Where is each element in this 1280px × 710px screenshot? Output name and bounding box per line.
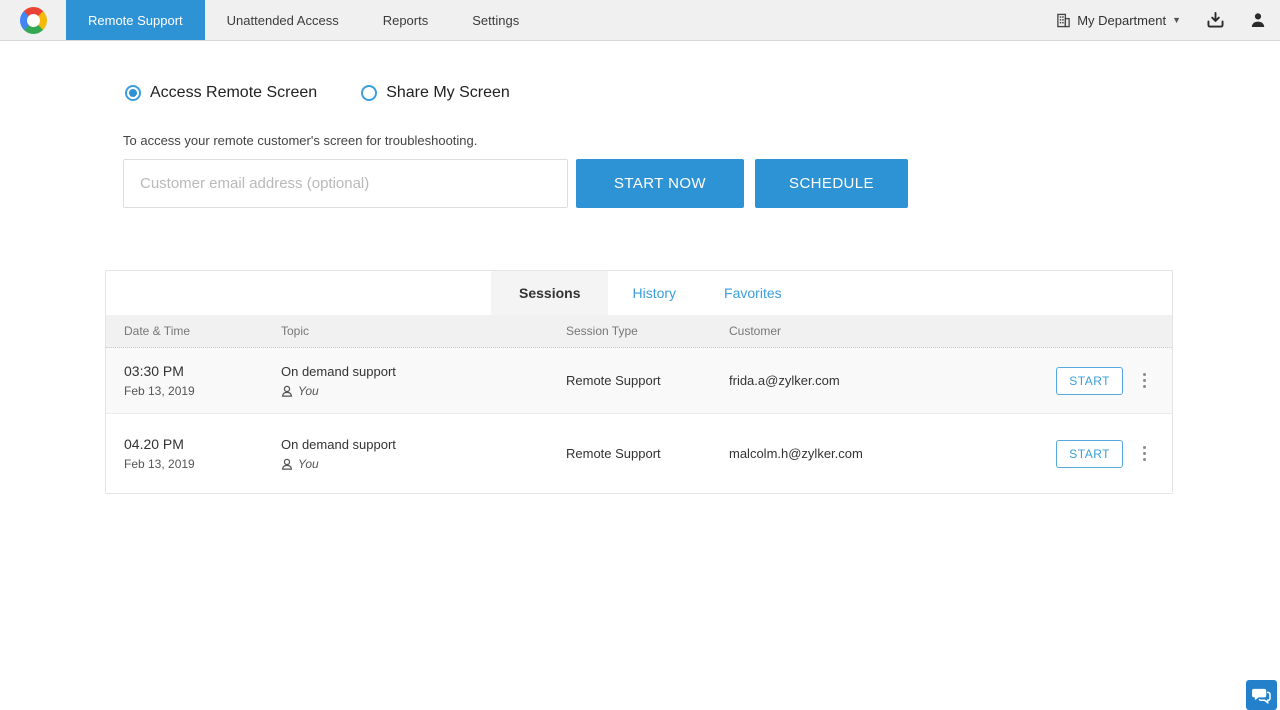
building-icon [1056,13,1071,28]
start-session-button[interactable]: START [1056,440,1123,468]
technician-name: You [298,384,319,398]
session-topic: On demand support [281,437,566,452]
top-navigation-bar: Remote Support Unattended Access Reports… [0,0,1280,41]
radio-share-my-screen[interactable]: Share My Screen [361,84,510,102]
technician-icon [281,385,293,397]
radio-unselected-icon [361,85,377,101]
sessions-tab-bar: Sessions History Favorites [106,271,1172,315]
customer-email: frida.a@zylker.com [729,373,999,388]
radio-label: Share My Screen [386,84,510,102]
download-button[interactable] [1207,12,1224,28]
column-header-date-time: Date & Time [124,324,281,338]
department-label: My Department [1077,13,1166,28]
nav-item-settings[interactable]: Settings [450,0,541,40]
session-type: Remote Support [566,446,729,461]
start-session-button[interactable]: START [1056,367,1123,395]
customer-email: malcolm.h@zylker.com [729,446,999,461]
customer-email-input[interactable] [123,159,568,208]
tab-favorites[interactable]: Favorites [700,271,806,315]
radio-label: Access Remote Screen [150,84,317,102]
department-selector[interactable]: My Department ▼ [1056,13,1181,28]
session-topic: On demand support [281,364,566,379]
radio-access-remote-screen[interactable]: Access Remote Screen [125,84,317,102]
primary-nav: Remote Support Unattended Access Reports… [66,0,541,40]
session-time: 04.20 PM [124,436,281,452]
app-logo[interactable] [0,0,66,40]
sessions-table-header: Date & Time Topic Session Type Customer [106,315,1172,348]
user-account-button[interactable] [1250,12,1266,28]
chevron-down-icon: ▼ [1172,15,1181,25]
radio-selected-icon [125,85,141,101]
session-mode-radio-group: Access Remote Screen Share My Screen [125,84,554,102]
start-now-button[interactable]: START NOW [576,159,744,208]
person-icon [1250,12,1266,28]
table-row: 03:30 PM Feb 13, 2019 On demand support … [106,348,1172,414]
row-more-options-icon[interactable] [1139,370,1150,392]
column-header-topic: Topic [281,324,566,338]
session-date: Feb 13, 2019 [124,457,281,471]
chat-launcher-button[interactable] [1246,680,1277,710]
nav-item-unattended-access[interactable]: Unattended Access [205,0,361,40]
chat-bubbles-icon [1252,687,1271,704]
technician-name: You [298,457,319,471]
column-header-session-type: Session Type [566,324,729,338]
session-time: 03:30 PM [124,363,281,379]
row-more-options-icon[interactable] [1139,443,1150,465]
multicolor-ring-logo-icon [20,7,47,34]
download-tray-icon [1207,12,1224,28]
nav-item-reports[interactable]: Reports [361,0,451,40]
form-description-text: To access your remote customer's screen … [123,133,477,148]
technician-icon [281,458,293,470]
column-header-customer: Customer [729,324,999,338]
session-date: Feb 13, 2019 [124,384,281,398]
tab-history[interactable]: History [608,271,700,315]
session-type: Remote Support [566,373,729,388]
topbar-right-controls: My Department ▼ [1056,0,1280,40]
sessions-card: Sessions History Favorites Date & Time T… [105,270,1173,494]
nav-item-remote-support[interactable]: Remote Support [66,0,205,40]
schedule-button[interactable]: SCHEDULE [755,159,908,208]
table-row: 04.20 PM Feb 13, 2019 On demand support … [106,414,1172,493]
tab-sessions[interactable]: Sessions [491,271,608,315]
